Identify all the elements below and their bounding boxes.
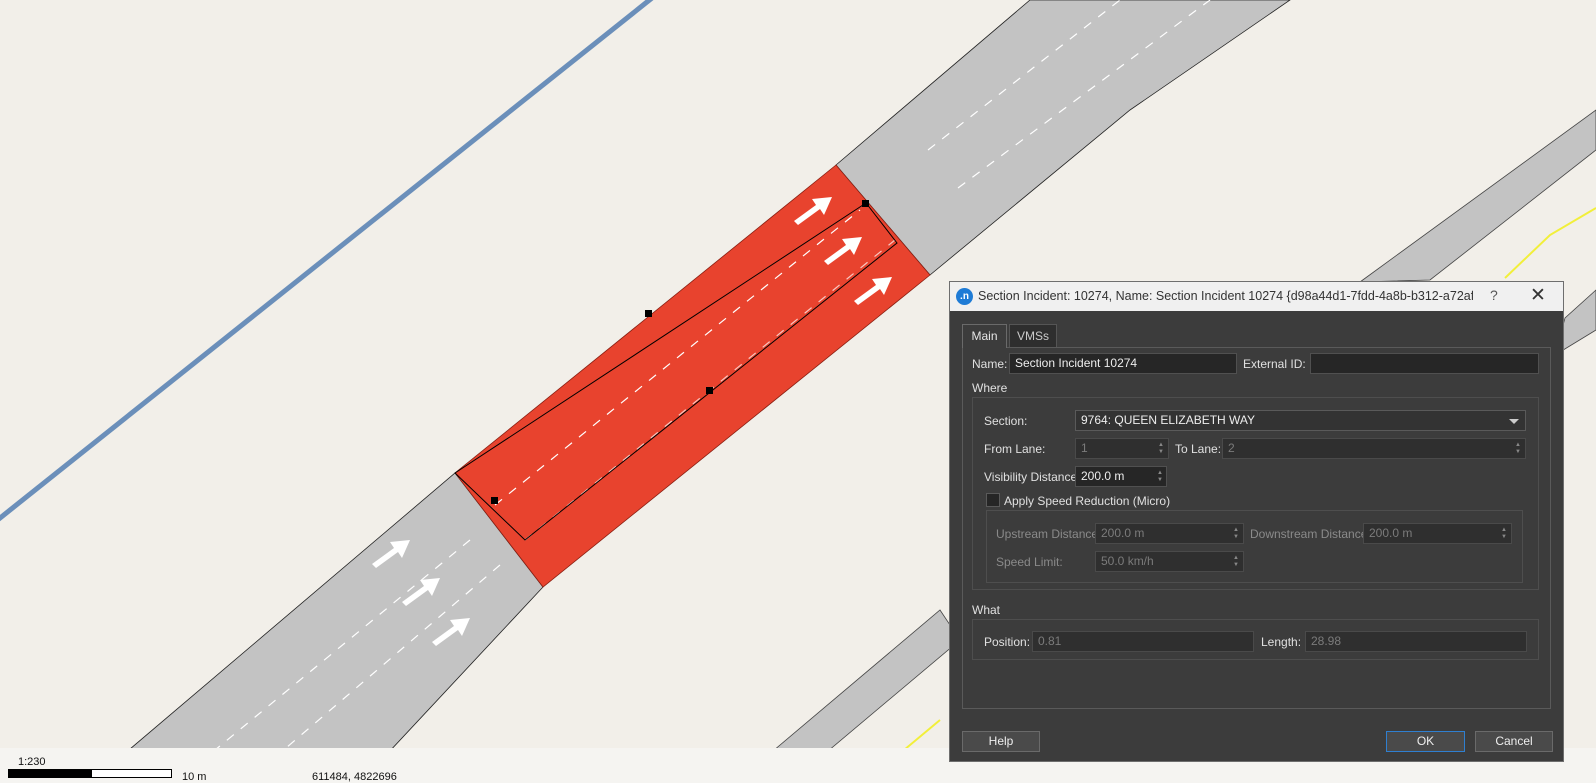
- selection-handle[interactable]: [706, 387, 713, 394]
- name-label: Name:: [972, 357, 1008, 371]
- section-dropdown[interactable]: 9764: QUEEN ELIZABETH WAY: [1075, 410, 1526, 431]
- cursor-coordinates: 611484, 4822696: [312, 771, 397, 783]
- visibility-distance-spinbox[interactable]: 200.0 m: [1075, 466, 1167, 487]
- spin-arrows-icon[interactable]: ▲ ▼: [1231, 524, 1242, 543]
- speed-limit-label: Speed Limit:: [996, 555, 1063, 569]
- downstream-distance-label: Downstream Distance:: [1250, 527, 1371, 541]
- scale-ratio: 1:230: [18, 756, 46, 768]
- scale-bar-segment: [9, 770, 92, 777]
- upstream-distance-spinbox[interactable]: 200.0 m: [1095, 523, 1244, 544]
- downstream-distance-spinbox[interactable]: 200.0 m: [1363, 523, 1512, 544]
- close-icon[interactable]: ✕: [1530, 284, 1546, 307]
- to-lane-label: To Lane:: [1175, 442, 1222, 456]
- speed-limit-spinbox[interactable]: 50.0 km/h: [1095, 551, 1244, 572]
- cancel-button[interactable]: Cancel: [1475, 731, 1553, 752]
- tab-panel-main: Name: Section Incident 10274 External ID…: [962, 347, 1551, 709]
- speed-reduction-group: [986, 510, 1523, 583]
- section-label: Section:: [984, 414, 1028, 428]
- tab-main[interactable]: Main: [962, 324, 1007, 348]
- scale-bar: [8, 769, 172, 778]
- position-label: Position:: [984, 635, 1031, 649]
- length-field[interactable]: 28.98: [1305, 631, 1527, 652]
- spin-arrows-icon[interactable]: ▲ ▼: [1231, 552, 1242, 571]
- length-label: Length:: [1261, 635, 1302, 649]
- speed-reduction-checkbox[interactable]: [986, 493, 1000, 507]
- to-lane-spinbox[interactable]: 2: [1222, 438, 1526, 459]
- section-dropdown-value: 9764: QUEEN ELIZABETH WAY: [1081, 413, 1256, 427]
- tab-vmss[interactable]: VMSs: [1009, 324, 1057, 348]
- dialog-titlebar[interactable]: .n Section Incident: 10274, Name: Sectio…: [950, 282, 1563, 311]
- speed-reduction-label: Apply Speed Reduction (Micro): [1004, 494, 1171, 508]
- ok-button[interactable]: OK: [1386, 731, 1465, 752]
- external-id-field[interactable]: [1310, 353, 1539, 374]
- where-heading: Where: [972, 381, 1008, 395]
- dialog-title: Section Incident: 10274, Name: Section I…: [978, 289, 1473, 303]
- selection-handle[interactable]: [491, 497, 498, 504]
- what-heading: What: [972, 603, 1001, 617]
- external-id-label: External ID:: [1243, 357, 1306, 371]
- help-icon[interactable]: ?: [1490, 287, 1498, 303]
- spin-arrows-icon[interactable]: ▲ ▼: [1155, 467, 1166, 486]
- visibility-distance-label: Visibility Distance:: [984, 470, 1081, 484]
- spin-arrows-icon[interactable]: ▲ ▼: [1156, 439, 1167, 458]
- scale-distance: 10 m: [182, 771, 207, 783]
- position-field[interactable]: 0.81: [1032, 631, 1254, 652]
- selection-handle[interactable]: [645, 310, 652, 317]
- name-field[interactable]: Section Incident 10274: [1009, 353, 1237, 374]
- upstream-distance-label: Upstream Distance:: [996, 527, 1102, 541]
- spin-arrows-icon[interactable]: ▲ ▼: [1499, 524, 1510, 543]
- help-button[interactable]: Help: [962, 731, 1040, 752]
- from-lane-spinbox[interactable]: 1: [1075, 438, 1169, 459]
- chevron-down-icon: [1509, 419, 1519, 424]
- spin-arrows-icon[interactable]: ▲ ▼: [1513, 439, 1524, 458]
- aimsun-logo-icon: .n: [956, 288, 973, 305]
- section-incident-dialog: .n Section Incident: 10274, Name: Sectio…: [949, 281, 1564, 762]
- selection-handle[interactable]: [862, 200, 869, 207]
- from-lane-label: From Lane:: [984, 442, 1046, 456]
